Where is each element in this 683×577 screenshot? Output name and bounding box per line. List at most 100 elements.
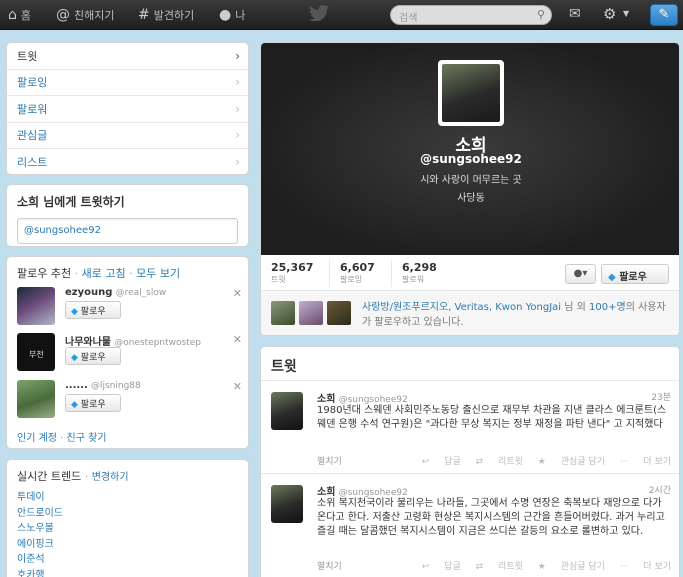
sidebar-item-label: 팔로워 [17,102,48,116]
change-trends-link[interactable]: 변경하기 [92,472,129,483]
profile-card: 소희 @sungsohee92 시와 사랑이 머무르는 곳 사당동 25,367… [260,42,680,336]
nav-connect[interactable]: @ 친해지기 [56,0,114,30]
chevron-right-icon: › [235,75,240,90]
expand-link[interactable]: 펼치기 [317,559,342,572]
user-actions-button[interactable]: ●▾ [565,264,596,284]
trend-item[interactable]: 투데이 [17,490,238,506]
retweet-action[interactable]: ⇄ 리트윗 [476,562,523,572]
expand-link[interactable]: 펼치기 [317,454,342,467]
trend-item[interactable]: 에이핑크 [17,537,238,553]
sidebar-item-label: 트윗 [17,49,38,63]
tweet-to-title: 소희 님에게 트윗하기 [17,195,125,209]
nav-home[interactable]: ⌂ 홈 [8,0,31,30]
chevron-down-icon[interactable]: ▼ [623,9,629,18]
follow-button[interactable]: ◆ 팔로우 [65,301,121,319]
dismiss-icon[interactable]: ✕ [233,380,242,393]
trends-title: 실시간 트렌드 [17,470,82,483]
more-action[interactable]: ··· 더 보기 [620,562,671,572]
bird-icon: ◆ [71,353,78,363]
nav-me[interactable]: ● 나 [219,0,245,30]
search-icon[interactable]: ⚲ [537,8,545,21]
sidebar-item-following[interactable]: 팔로잉 › [7,70,248,96]
dismiss-icon[interactable]: ✕ [233,287,242,300]
suggestion-item: 부천 나무와나물 @onestepntwostep ✕ ◆ 팔로우 [17,333,242,373]
sidebar-item-lists[interactable]: 리스트 › [7,149,248,174]
favorite-action[interactable]: ★ 관심글 담기 [538,457,605,467]
gear-icon[interactable]: ⚙ [603,5,616,23]
profile-avatar[interactable] [438,60,504,126]
avatar[interactable] [271,485,303,523]
stat-following[interactable]: 6,607 팔로잉 [340,261,375,285]
bird-icon: ◆ [608,272,616,283]
tweet-to-input[interactable]: @sungsohee92 [17,218,238,244]
tweet-item[interactable]: 소희 @sungsohee92 2시간 소위 복지천국이라 불리우는 나라들, … [261,475,679,577]
sidebar-item-followers[interactable]: 팔로워 › [7,96,248,123]
tweet-item[interactable]: 소희 @sungsohee92 23분 1980년대 스웨덴 사회민주노동당 출… [261,382,679,474]
chevron-right-icon: › [235,155,240,170]
nav-discover-label: 발견하기 [153,9,195,22]
chevron-right-icon: › [235,128,240,143]
bird-icon: ◆ [71,400,78,410]
profile-location: 사당동 [457,193,485,204]
suggestion-item: ezyoung @real_slow ✕ ◆ 팔로우 [17,287,242,327]
trend-item[interactable]: 호카행 [17,568,238,577]
trends-module: 실시간 트렌드 · 변경하기 투데이 안드로이드 스노우볼 에이핑크 이준석 호… [6,459,249,577]
bird-icon: ◆ [71,307,78,317]
profile-stats: 25,367 트윗 6,607 팔로잉 6,298 팔로워 ●▾ ◆ 팔로우 [261,255,679,291]
tweet-timestamp[interactable]: 2시간 [649,483,671,496]
dismiss-icon[interactable]: ✕ [233,333,242,346]
at-icon: @ [56,7,70,23]
suggestion-item: ...... @ljsning88 ✕ ◆ 팔로우 [17,380,242,420]
sidebar-item-tweets[interactable]: 트윗 › [7,43,248,70]
nav-home-label: 홈 [20,9,32,22]
compose-icon: ✎ [658,7,670,22]
tweets-stream: 트윗 소희 @sungsohee92 23분 1980년대 스웨덴 사회민주노동… [260,346,680,577]
avatar[interactable] [327,301,351,325]
tweet-author[interactable]: 소희 @sungsohee92 [317,483,408,498]
avatar[interactable] [17,287,55,325]
follow-button[interactable]: ◆ 팔로우 [601,264,669,284]
refresh-link[interactable]: 새로 고침 [82,267,126,280]
search-input[interactable]: 검색 ⚲ [390,5,552,25]
who-to-follow-footer: 인기 계정 · 친구 찾기 [17,433,107,444]
tweet-actions: ↩ 답글 ⇄ 리트윗 ★ 관심글 담기 ··· 더 보기 [410,454,671,467]
trend-item[interactable]: 이준석 [17,552,238,568]
avatar[interactable]: 부천 [17,333,55,371]
trend-item[interactable]: 안드로이드 [17,506,238,522]
suggestion-name[interactable]: ...... @ljsning88 [65,380,141,391]
popular-accounts-link[interactable]: 인기 계정 [17,433,57,444]
retweet-action[interactable]: ⇄ 리트윗 [476,457,523,467]
suggestion-name[interactable]: 나무와나물 @onestepntwostep [65,333,201,348]
tweet-text: 1980년대 스웨덴 사회민주노동당 출신으로 재무부 차관을 지낸 클라스 에… [317,405,667,430]
avatar[interactable] [17,380,55,418]
more-action[interactable]: ··· 더 보기 [620,457,671,467]
trend-item[interactable]: 스노우볼 [17,521,238,537]
tweet-timestamp[interactable]: 23분 [651,390,671,403]
followed-by-more-link[interactable]: 100+명 [589,302,626,313]
view-all-link[interactable]: 모두 보기 [136,267,180,280]
find-friends-link[interactable]: 친구 찾기 [67,433,107,444]
reply-action[interactable]: ↩ 답글 [422,457,461,467]
reply-action[interactable]: ↩ 답글 [422,562,461,572]
direct-messages-icon[interactable]: ✉ [569,6,581,22]
stat-followers[interactable]: 6,298 팔로워 [402,261,437,285]
suggestion-name[interactable]: ezyoung @real_slow [65,287,166,298]
compose-tweet-button[interactable]: ✎ [650,4,678,26]
stat-tweets[interactable]: 25,367 트윗 [271,261,313,285]
tweet-author[interactable]: 소희 @sungsohee92 [317,390,408,405]
followed-by-section: 사랑방/원조푸르지오, Veritas, Kwon YongJai 님 외 10… [261,291,679,335]
avatar[interactable] [271,301,295,325]
follow-button[interactable]: ◆ 팔로우 [65,394,121,412]
tweets-title: 트윗 [261,347,679,381]
followed-by-names[interactable]: 사랑방/원조푸르지오, Veritas, Kwon YongJai [362,302,561,313]
twitter-bird-icon[interactable] [309,5,329,25]
nav-discover[interactable]: # 발견하기 [138,0,194,30]
avatar[interactable] [299,301,323,325]
favorite-action[interactable]: ★ 관심글 담기 [538,562,605,572]
nav-me-label: 나 [235,9,246,22]
profile-bio: 시와 사랑이 머무르는 곳 [420,175,522,186]
avatar[interactable] [271,392,303,430]
follow-button[interactable]: ◆ 팔로우 [65,347,121,365]
person-icon: ● [219,7,232,23]
sidebar-item-favorites[interactable]: 관심글 › [7,123,248,149]
